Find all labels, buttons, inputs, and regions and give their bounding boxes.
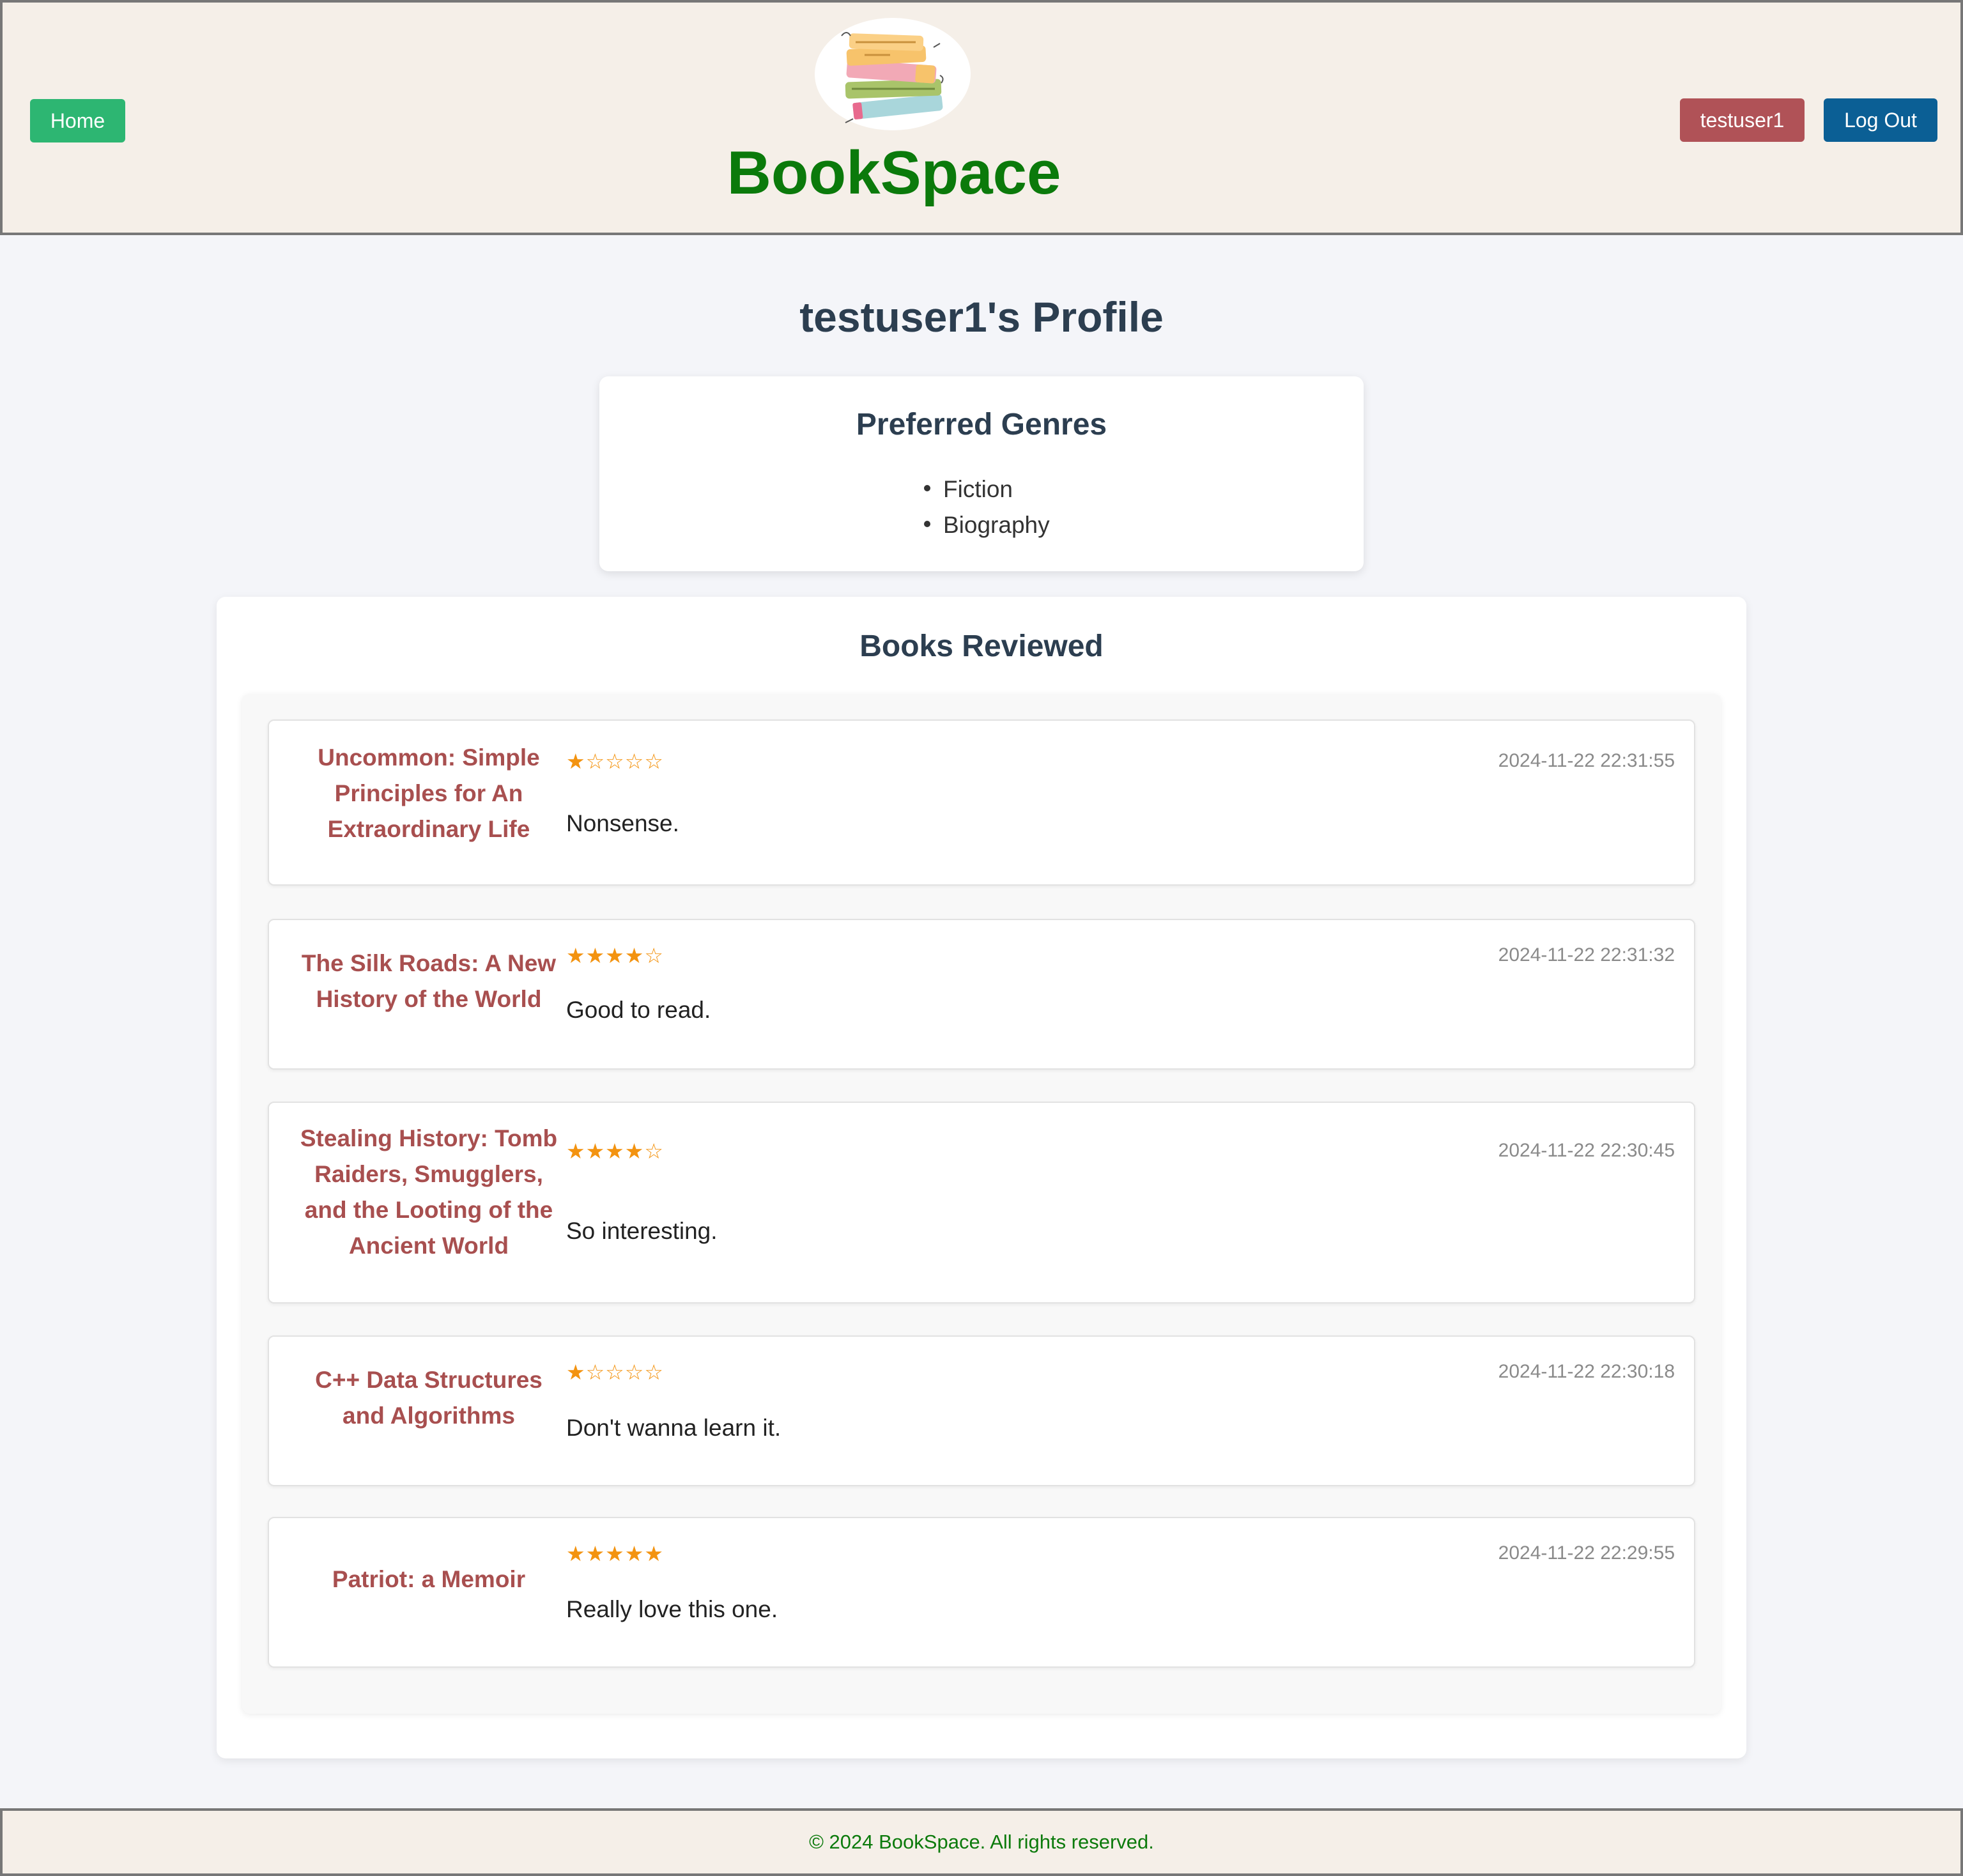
book-title-line: Patriot: a Memoir xyxy=(332,1566,526,1592)
book-title-line: Principles for An xyxy=(334,780,523,806)
book-title-line: Uncommon: Simple xyxy=(318,744,540,771)
rating-stars-icon: ★★★★☆ xyxy=(566,1139,664,1163)
review-text: So interesting. xyxy=(566,1218,718,1244)
book-title-line: Raiders, Smugglers, xyxy=(314,1161,543,1187)
review-date: 2024-11-22 22:29:55 xyxy=(1498,1542,1675,1564)
book-title-line: C++ Data Structures xyxy=(315,1367,543,1393)
review-item: C++ Data Structures and Algorithms ★☆☆☆☆… xyxy=(268,1335,1695,1486)
footer-copyright: © 2024 BookSpace. All rights reserved. xyxy=(809,1831,1154,1853)
review-book-title[interactable]: Patriot: a Memoir xyxy=(295,1562,563,1597)
review-item: Stealing History: Tomb Raiders, Smuggler… xyxy=(268,1102,1695,1303)
books-reviewed-card: Books Reviewed Uncommon: Simple Principl… xyxy=(217,597,1746,1758)
book-title-line: History of the World xyxy=(316,986,542,1012)
genres-heading: Preferred Genres xyxy=(856,408,1107,442)
reviews-heading: Books Reviewed xyxy=(859,629,1104,663)
user-profile-button[interactable]: testuser1 xyxy=(1680,98,1805,142)
genre-item: Fiction xyxy=(924,476,1013,503)
review-date: 2024-11-22 22:31:32 xyxy=(1498,944,1675,965)
rating-stars-icon: ★★★★★ xyxy=(566,1542,664,1565)
site-footer: © 2024 BookSpace. All rights reserved. xyxy=(0,1808,1963,1876)
review-item: Patriot: a Memoir ★★★★★ 2024-11-22 22:29… xyxy=(268,1517,1695,1668)
rating-stars-icon: ★☆☆☆☆ xyxy=(566,750,664,773)
book-title-line: Extraordinary Life xyxy=(327,816,530,842)
home-button[interactable]: Home xyxy=(30,99,125,142)
review-book-title[interactable]: Stealing History: Tomb Raiders, Smuggler… xyxy=(295,1121,563,1264)
book-title-line: and Algorithms xyxy=(343,1403,515,1429)
book-title-line: The Silk Roads: A New xyxy=(301,950,557,976)
review-item: The Silk Roads: A New History of the Wor… xyxy=(268,919,1695,1070)
review-text: Nonsense. xyxy=(566,810,679,836)
review-date: 2024-11-22 22:30:18 xyxy=(1498,1361,1675,1382)
genre-item: Biography xyxy=(924,512,1050,539)
brand-title: BookSpace xyxy=(727,139,1061,207)
genre-label: Biography xyxy=(943,512,1050,538)
preferred-genres-card: Preferred Genres Fiction Biography xyxy=(599,376,1364,571)
review-date: 2024-11-22 22:30:45 xyxy=(1498,1140,1675,1161)
bullet-icon xyxy=(924,521,930,527)
site-header: Home BookSpace testuser1 Log Out xyxy=(0,0,1963,235)
books-logo-icon[interactable] xyxy=(813,17,972,132)
review-book-title[interactable]: Uncommon: Simple Principles for An Extra… xyxy=(295,740,563,847)
logout-button[interactable]: Log Out xyxy=(1824,98,1937,142)
page-title: testuser1's Profile xyxy=(799,293,1164,341)
bullet-icon xyxy=(924,485,930,491)
review-text: Good to read. xyxy=(566,997,711,1023)
book-title-line: Ancient World xyxy=(348,1233,509,1259)
rating-stars-icon: ★☆☆☆☆ xyxy=(566,1360,664,1384)
genre-label: Fiction xyxy=(943,476,1013,502)
book-title-line: and the Looting of the xyxy=(304,1197,553,1223)
review-item: Uncommon: Simple Principles for An Extra… xyxy=(268,719,1695,886)
review-date: 2024-11-22 22:31:55 xyxy=(1498,750,1675,771)
review-text: Really love this one. xyxy=(566,1596,778,1622)
review-book-title[interactable]: The Silk Roads: A New History of the Wor… xyxy=(295,946,563,1017)
book-title-line: Stealing History: Tomb xyxy=(300,1125,558,1151)
review-book-title[interactable]: C++ Data Structures and Algorithms xyxy=(295,1362,563,1434)
rating-stars-icon: ★★★★☆ xyxy=(566,944,664,967)
review-text: Don't wanna learn it. xyxy=(566,1415,781,1441)
reviews-list: Uncommon: Simple Principles for An Extra… xyxy=(242,694,1721,1714)
